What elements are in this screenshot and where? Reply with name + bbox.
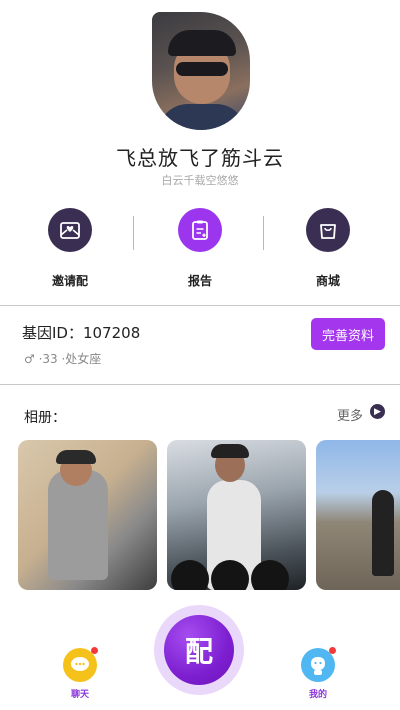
- quick-actions: 邀请配 报告 商城: [0, 208, 400, 288]
- profile-username: 飞总放飞了筋斗云: [116, 146, 284, 170]
- divider: [133, 216, 134, 250]
- gene-meta: ♂ ·33 ·处女座: [24, 352, 102, 366]
- album-title: 相册：: [24, 410, 66, 426]
- tab-me-label: 我的: [308, 690, 327, 700]
- heart-envelope-icon: [48, 208, 92, 252]
- complete-profile-button[interactable]: 完善资料: [311, 318, 385, 350]
- report-label: 报告: [187, 274, 212, 288]
- notification-badge: [91, 647, 98, 654]
- album-photo[interactable]: [18, 440, 157, 590]
- tab-me[interactable]: 我的: [288, 647, 348, 700]
- album-photo[interactable]: [316, 440, 400, 590]
- chat-bubble-icon: [63, 647, 98, 682]
- album-more-link[interactable]: 更多: [337, 405, 363, 424]
- section-divider: [0, 384, 400, 385]
- mall-label: 商城: [315, 274, 340, 288]
- mall-action[interactable]: 商城: [283, 208, 373, 289]
- match-center-button[interactable]: 配: [164, 615, 234, 685]
- gene-id: 基因ID：107208: [22, 324, 141, 342]
- report-clipboard-icon: [178, 208, 222, 252]
- album-photo[interactable]: [167, 440, 306, 590]
- avatar-photo: [152, 12, 250, 130]
- chevron-right-icon[interactable]: ▶: [370, 404, 385, 419]
- profile-signature: 白云千载空悠悠: [161, 174, 239, 187]
- invite-action[interactable]: 邀请配: [25, 208, 115, 289]
- report-action[interactable]: 报告: [155, 208, 245, 289]
- tab-chat-label: 聊天: [70, 690, 89, 700]
- divider: [263, 216, 264, 250]
- user-face-icon: [301, 647, 336, 682]
- tab-chat[interactable]: 聊天: [50, 647, 110, 700]
- invite-label: 邀请配: [51, 274, 88, 288]
- notification-badge: [329, 647, 336, 654]
- profile-avatar[interactable]: [152, 12, 250, 130]
- shopping-bag-icon: [306, 208, 350, 252]
- section-divider: [0, 305, 400, 306]
